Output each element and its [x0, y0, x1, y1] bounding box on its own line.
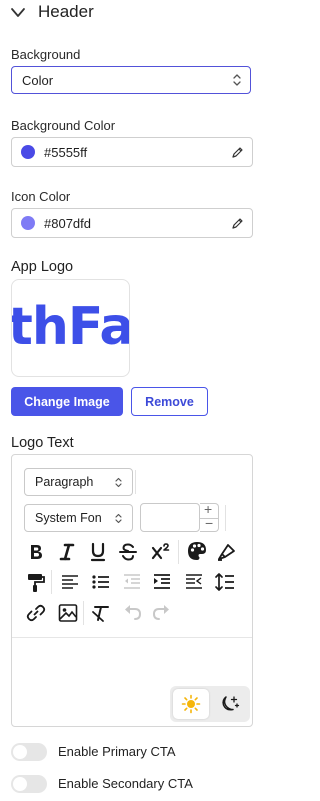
background-select[interactable]: Color — [11, 66, 251, 94]
toolbar-divider — [135, 470, 136, 494]
outdent-icon[interactable] — [121, 571, 143, 593]
remove-button[interactable]: Remove — [131, 387, 208, 416]
icon-color-field[interactable]: #807dfd — [11, 208, 253, 238]
font-family-value: System Fon — [35, 511, 102, 525]
moon-icon[interactable] — [218, 694, 240, 716]
link-icon[interactable] — [25, 602, 47, 624]
secondary-cta-label: Enable Secondary CTA — [58, 776, 193, 791]
decrement-button[interactable]: − — [205, 515, 213, 531]
block-format-select[interactable]: Paragraph — [24, 468, 133, 496]
align-left-icon[interactable] — [59, 571, 81, 593]
toolbar-separator — [12, 637, 252, 638]
background-select-value: Color — [22, 72, 54, 88]
logo-text-label: Logo Text — [11, 435, 74, 451]
section-title: Header — [38, 2, 94, 21]
underline-icon[interactable] — [87, 541, 109, 563]
paint-roller-icon[interactable] — [25, 571, 47, 593]
background-color-value: #5555ff — [44, 144, 88, 160]
bold-icon[interactable] — [25, 541, 47, 563]
app-logo-label: App Logo — [11, 259, 74, 275]
chevron-down-icon[interactable] — [10, 6, 26, 20]
toolbar-divider — [83, 601, 84, 625]
toolbar-divider — [51, 570, 52, 594]
secondary-cta-toggle[interactable] — [11, 775, 47, 793]
icon-color-swatch[interactable] — [21, 216, 35, 230]
icon-color-label: Icon Color — [11, 189, 71, 204]
primary-cta-toggle[interactable] — [11, 743, 47, 761]
undo-icon[interactable] — [121, 602, 143, 624]
image-icon[interactable] — [57, 602, 79, 624]
primary-cta-label: Enable Primary CTA — [58, 744, 176, 759]
toolbar-divider — [178, 540, 179, 564]
pencil-icon[interactable] — [231, 146, 244, 159]
superscript-icon[interactable] — [150, 541, 172, 563]
toggle-knob — [13, 777, 27, 791]
italic-icon[interactable] — [56, 541, 78, 563]
background-color-swatch[interactable] — [21, 145, 35, 159]
line-height-icon[interactable] — [214, 571, 236, 593]
logo-image-text: thFa — [11, 297, 130, 357]
font-family-select[interactable]: System Fon — [24, 504, 133, 532]
change-image-button[interactable]: Change Image — [11, 387, 123, 416]
updown-chevron-icon — [115, 513, 122, 524]
pencil-icon[interactable] — [231, 217, 244, 230]
updown-chevron-icon — [115, 477, 122, 488]
background-color-label: Background Color — [11, 118, 116, 133]
palette-icon[interactable] — [186, 540, 208, 562]
indent-icon[interactable] — [151, 571, 173, 593]
rtl-indent-icon[interactable] — [183, 571, 205, 593]
strikethrough-icon[interactable] — [117, 541, 139, 563]
background-label: Background — [11, 47, 81, 62]
updown-chevron-icon — [233, 74, 241, 86]
toolbar-divider — [225, 505, 226, 531]
sun-icon — [181, 694, 201, 714]
bullet-list-icon[interactable] — [90, 571, 112, 593]
font-size-input[interactable] — [140, 503, 200, 532]
icon-color-value: #807dfd — [44, 215, 91, 231]
font-size-stepper[interactable]: + − — [200, 501, 219, 532]
toggle-knob — [13, 745, 27, 759]
redo-icon[interactable] — [151, 602, 173, 624]
highlight-icon[interactable] — [215, 540, 237, 562]
block-format-value: Paragraph — [35, 475, 94, 489]
background-color-field[interactable]: #5555ff — [11, 137, 253, 167]
app-logo-preview: thFa — [11, 279, 130, 377]
clear-format-icon[interactable] — [90, 602, 112, 624]
